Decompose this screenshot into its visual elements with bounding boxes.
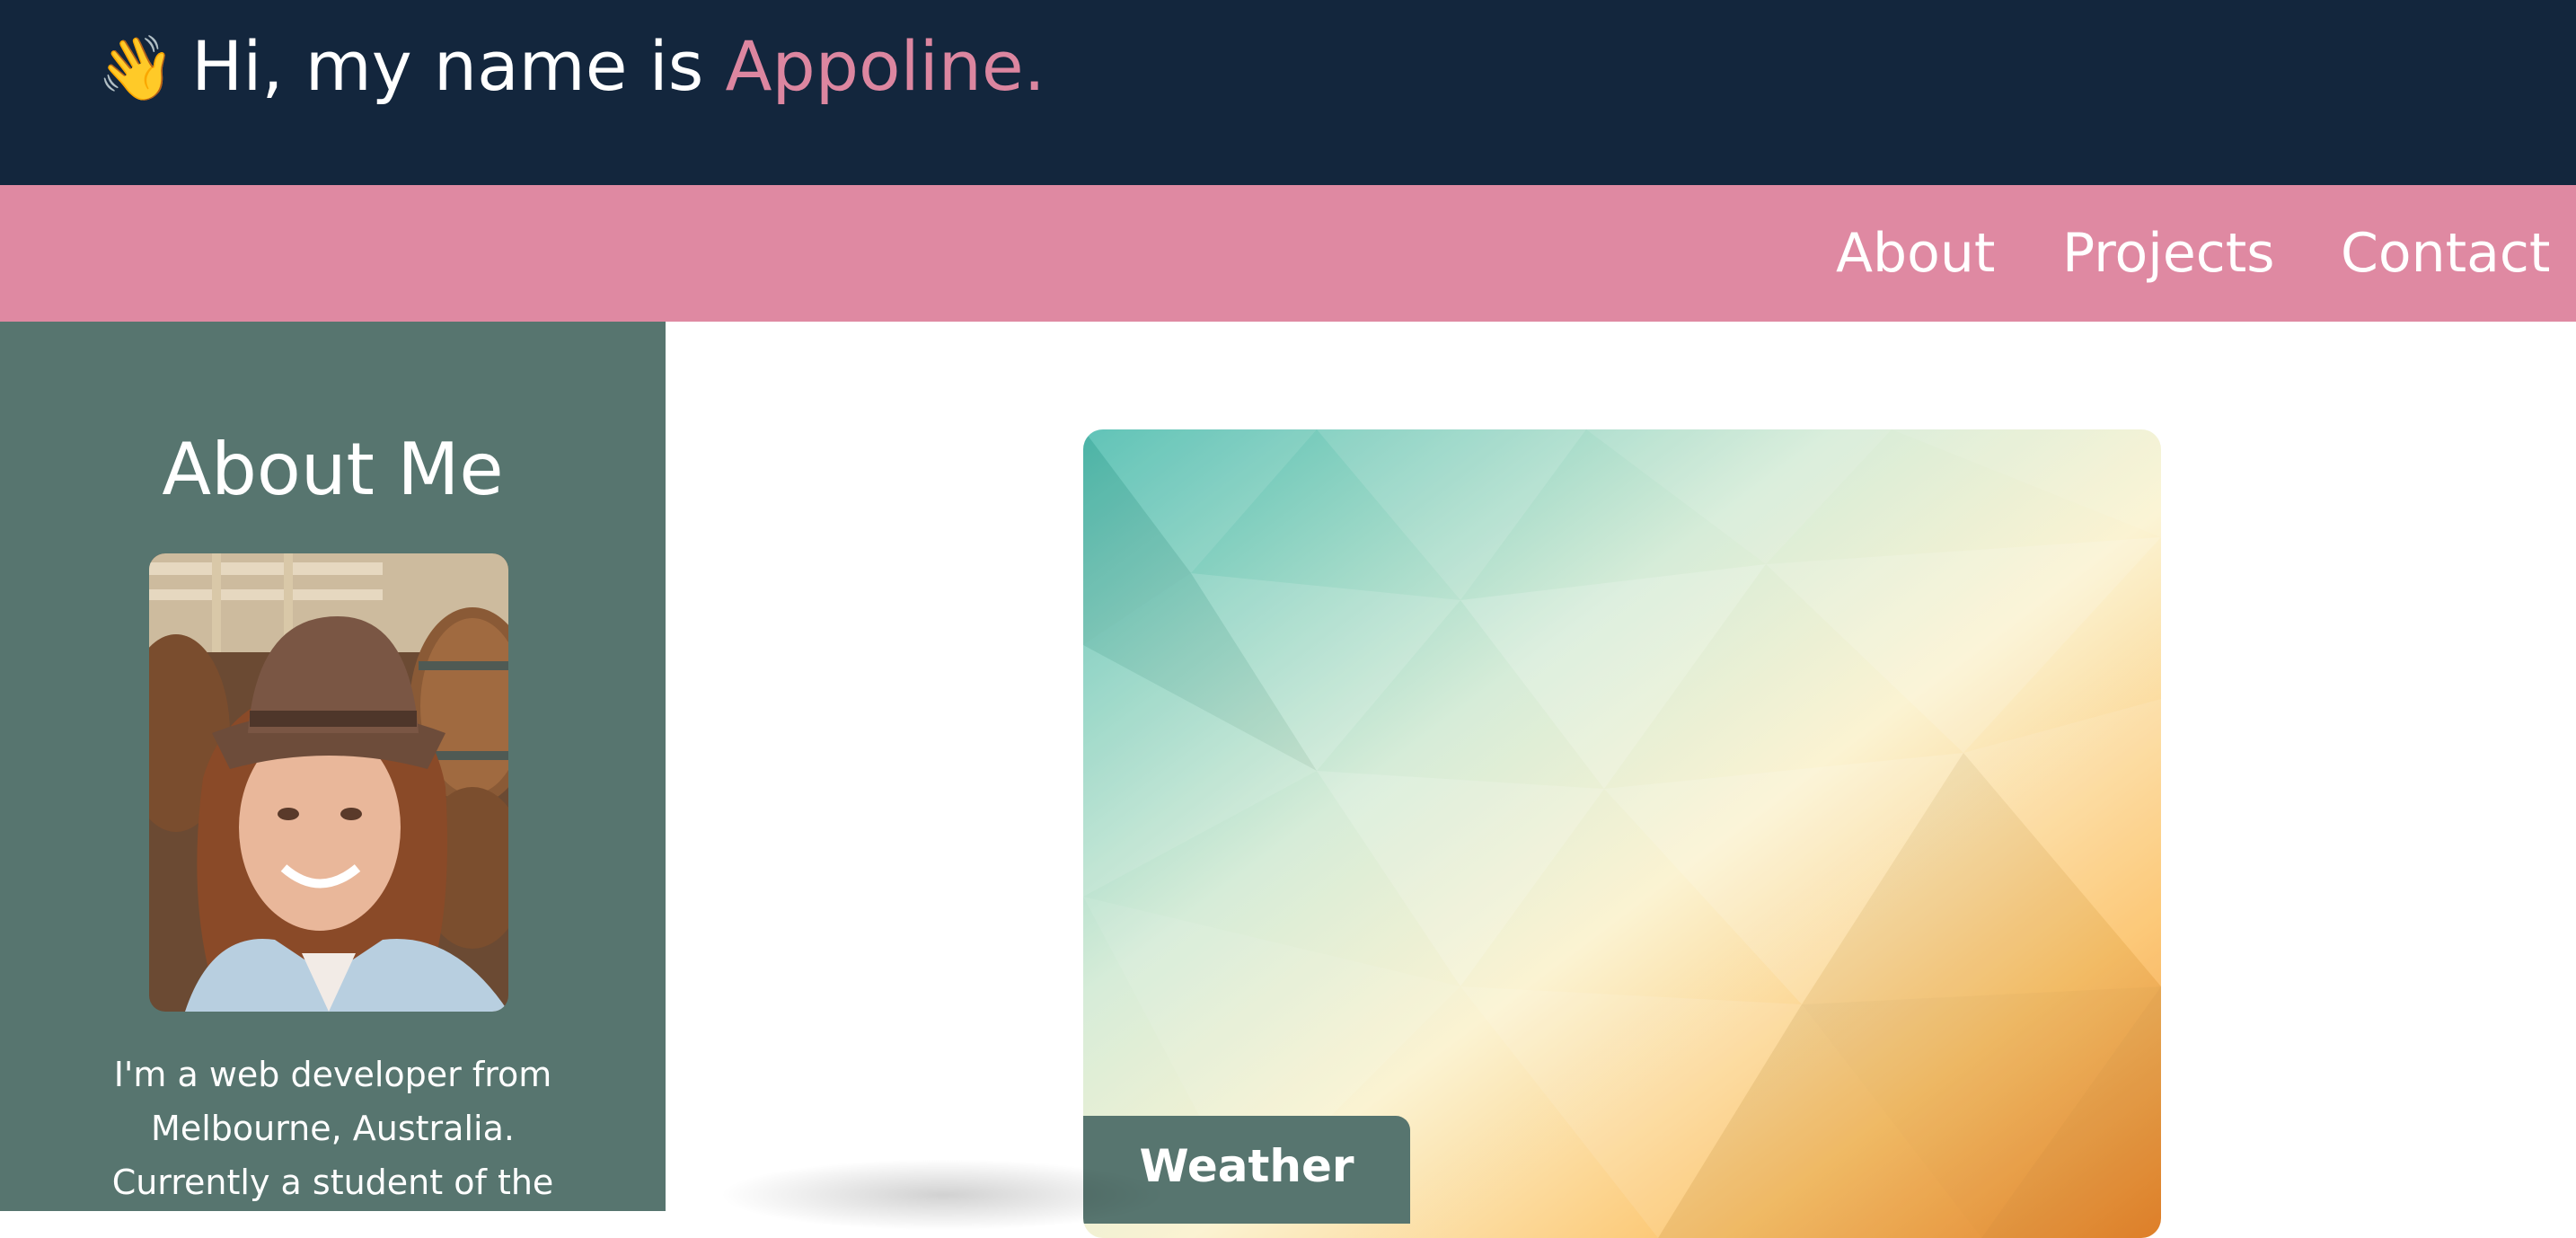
main-nav: About Projects Contact: [0, 185, 2576, 322]
site-header: 👋 Hi, my name is Appoline.: [0, 0, 2576, 185]
site-greeting: 👋 Hi, my name is Appoline.: [97, 22, 1045, 113]
profile-photo: [149, 553, 508, 1012]
greeting-text: Hi, my name is: [191, 26, 704, 106]
bio-text: I'm a web developer from Melbourne, Aust…: [111, 1055, 554, 1202]
project-card[interactable]: Weather App: [1083, 429, 2161, 1238]
nav-link-contact[interactable]: Contact: [2341, 217, 2550, 289]
nav-link-about[interactable]: About: [1836, 217, 1995, 289]
projects-section: Weather App: [666, 322, 2576, 1238]
about-title: About Me: [162, 428, 504, 511]
scroll-shadow: [719, 1159, 1168, 1231]
nav-link-projects[interactable]: Projects: [2062, 217, 2275, 289]
about-sidebar: About Me I'm a web developer from Melbou…: [0, 322, 666, 1211]
waving-hand-icon: 👋: [97, 31, 176, 105]
author-name: Appoline.: [725, 26, 1045, 106]
